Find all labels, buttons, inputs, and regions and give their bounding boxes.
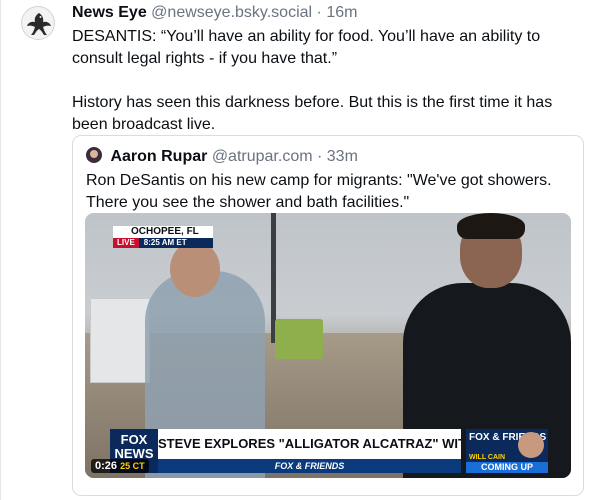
live-strip: LIVE 8:25 AM ET [113,238,213,248]
quoted-author-handle[interactable]: @atrupar.com [212,148,313,165]
broadcast-clock: 8:25 AM ET [138,238,213,248]
separator-dot: · [317,148,323,165]
post-paragraph: History has seen this darkness before. B… [72,94,553,133]
video-player[interactable]: OCHOPEE, FL LIVE 8:25 AM ET FOX NEWS STE… [85,213,571,478]
video-timecode: 0:26 25 CT [91,459,149,473]
quoted-post-text: Ron DeSantis on his new camp for migrant… [86,172,552,211]
video-frame-trailer [90,298,150,383]
lower-third: FOX NEWS STEVE EXPLORES "ALLIGATOR ALCAT… [110,429,568,473]
quoted-post-header: Aaron Rupar @atrupar.com · 33m [86,147,358,167]
post-header: News Eye @newseye.bsky.social · 16m [72,3,592,23]
quoted-author-avatar[interactable] [86,147,102,163]
headline-bar: STEVE EXPLORES "ALLIGATOR ALCATRAZ" WITH… [158,429,461,459]
coming-up-promo: FOX & FRIENDS WILL CAIN COMING UP [466,429,548,473]
quoted-post-time[interactable]: 33m [327,148,358,165]
show-name-bar: FOX & FRIENDS [158,459,461,473]
location-label: OCHOPEE, FL [113,226,213,238]
location-badge: OCHOPEE, FL LIVE 8:25 AM ET [113,226,213,248]
post-body: DESANTIS: “You’ll have an ability for fo… [72,26,592,136]
post-paragraph: DESANTIS: “You’ll have an ability for fo… [72,28,541,67]
author-avatar[interactable] [21,6,55,40]
post-time[interactable]: 16m [326,4,357,21]
live-badge: LIVE [113,238,139,248]
promo-host-name: WILL CAIN [469,454,506,461]
promo-status: COMING UP [466,462,548,473]
temperature-readout: 25 CT [120,461,145,471]
video-frame-generator [275,319,323,359]
separator-dot: · [316,4,322,21]
eagle-icon [27,13,51,35]
promo-host-photo [518,432,544,458]
video-frame-person-head [170,241,220,297]
author-handle[interactable]: @newseye.bsky.social [151,4,312,21]
quoted-post[interactable]: Aaron Rupar @atrupar.com · 33m Ron DeSan… [72,135,584,496]
quoted-author-name[interactable]: Aaron Rupar [110,148,207,165]
author-name[interactable]: News Eye [72,4,147,21]
post: News Eye @newseye.bsky.social · 16m DESA… [72,3,592,136]
left-divider [0,0,1,500]
timecode-value: 0:26 [95,460,118,472]
video-frame-person-hair [457,213,525,239]
